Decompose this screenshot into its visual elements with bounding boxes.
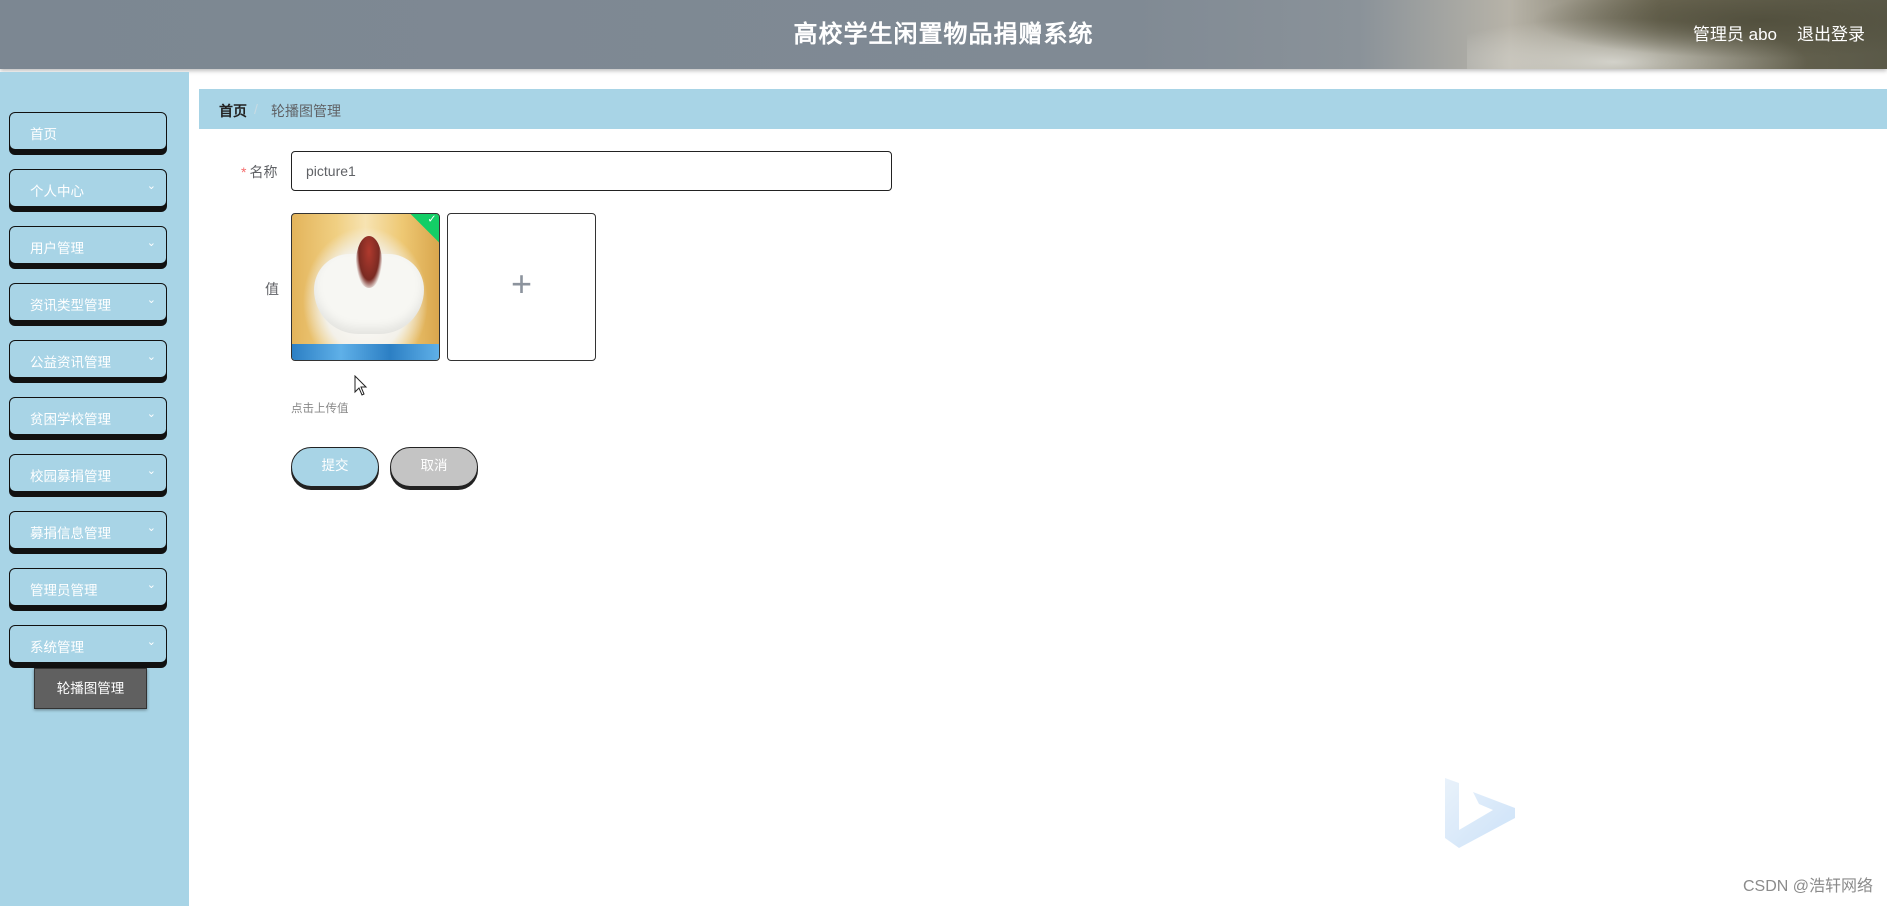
upload-hint-text: 点击上传值 (291, 403, 349, 415)
sidebar-item-charity-news-management[interactable]: 公益资讯管理 ⌄ (9, 340, 167, 378)
sidebar-item-poor-school-management[interactable]: 贫困学校管理 ⌄ (9, 397, 167, 435)
upload-success-badge: ✓ (408, 213, 439, 245)
sidebar-item-label: 首页 (30, 127, 57, 142)
sidebar-item-home[interactable]: 首页 (9, 112, 167, 150)
submenu-item-carousel-management[interactable]: 轮播图管理 (34, 668, 147, 709)
name-label-text: 名称 (249, 164, 278, 180)
plus-icon: + (510, 263, 533, 304)
sidebar-item-user-management[interactable]: 用户管理 ⌄ (9, 226, 167, 264)
sidebar: 首页 个人中心 ⌄ 用户管理 ⌄ 资讯类型管理 ⌄ 公益资讯管理 ⌄ 贫困学校管… (0, 72, 189, 906)
top-header: 高校学生闲置物品捐赠系统 管理员 abo 退出登录 (0, 0, 1887, 69)
breadcrumb-current: 轮播图管理 (271, 103, 341, 119)
chevron-down-icon: ⌄ (146, 294, 156, 306)
submit-button[interactable]: 提交 (291, 447, 379, 487)
sidebar-item-label: 公益资讯管理 (30, 355, 111, 370)
chevron-down-icon: ⌄ (146, 180, 156, 192)
sidebar-item-campus-donation-management[interactable]: 校园募捐管理 ⌄ (9, 454, 167, 492)
thumbnail-image-figure (356, 236, 382, 288)
chevron-down-icon: ⌄ (146, 351, 156, 363)
upload-add-button[interactable]: + (447, 213, 596, 361)
uploaded-image-thumbnail[interactable]: ✓ (291, 213, 440, 361)
system-title: 高校学生闲置物品捐赠系统 (793, 21, 1094, 48)
current-user-label: 管理员 abo (1692, 25, 1777, 44)
chevron-down-icon: ⌄ (146, 522, 156, 534)
sidebar-item-label: 校园募捐管理 (30, 469, 111, 484)
sidebar-item-label: 贫困学校管理 (30, 412, 111, 427)
sidebar-item-label: 系统管理 (30, 640, 84, 655)
mouse-cursor-icon (354, 375, 368, 396)
cancel-button[interactable]: 取消 (390, 447, 478, 487)
name-input[interactable] (291, 151, 892, 191)
thumbnail-image-water (292, 344, 439, 360)
sidebar-item-label: 个人中心 (30, 184, 84, 199)
sidebar-item-label: 募捐信息管理 (30, 526, 111, 541)
csdn-watermark: CSDN @浩轩网络 (1742, 878, 1873, 895)
sidebar-item-system-management[interactable]: 系统管理 ⌄ (9, 625, 167, 663)
chevron-down-icon: ⌄ (146, 579, 156, 591)
bing-logo-icon (1445, 778, 1515, 848)
sidebar-item-news-type-management[interactable]: 资讯类型管理 ⌄ (9, 283, 167, 321)
breadcrumb: 首页 / 轮播图管理 (199, 89, 1887, 129)
sidebar-item-admin-management[interactable]: 管理员管理 ⌄ (9, 568, 167, 606)
chevron-down-icon: ⌄ (146, 465, 156, 477)
sidebar-item-label: 管理员管理 (30, 583, 98, 598)
chevron-down-icon: ⌄ (146, 636, 156, 648)
breadcrumb-home-link[interactable]: 首页 (219, 101, 247, 121)
value-field-label: 值 (265, 281, 279, 297)
sidebar-item-personal-center[interactable]: 个人中心 ⌄ (9, 169, 167, 207)
check-icon: ✓ (427, 213, 437, 226)
name-field-label: * 名称 (241, 162, 277, 182)
breadcrumb-separator: / (254, 101, 258, 117)
required-mark: * (241, 164, 247, 180)
chevron-down-icon: ⌄ (146, 237, 156, 249)
chevron-down-icon: ⌄ (146, 408, 156, 420)
sidebar-item-label: 资讯类型管理 (30, 298, 111, 313)
logout-link[interactable]: 退出登录 (1797, 20, 1865, 45)
sidebar-item-donation-info-management[interactable]: 募捐信息管理 ⌄ (9, 511, 167, 549)
sidebar-item-label: 用户管理 (30, 241, 84, 256)
